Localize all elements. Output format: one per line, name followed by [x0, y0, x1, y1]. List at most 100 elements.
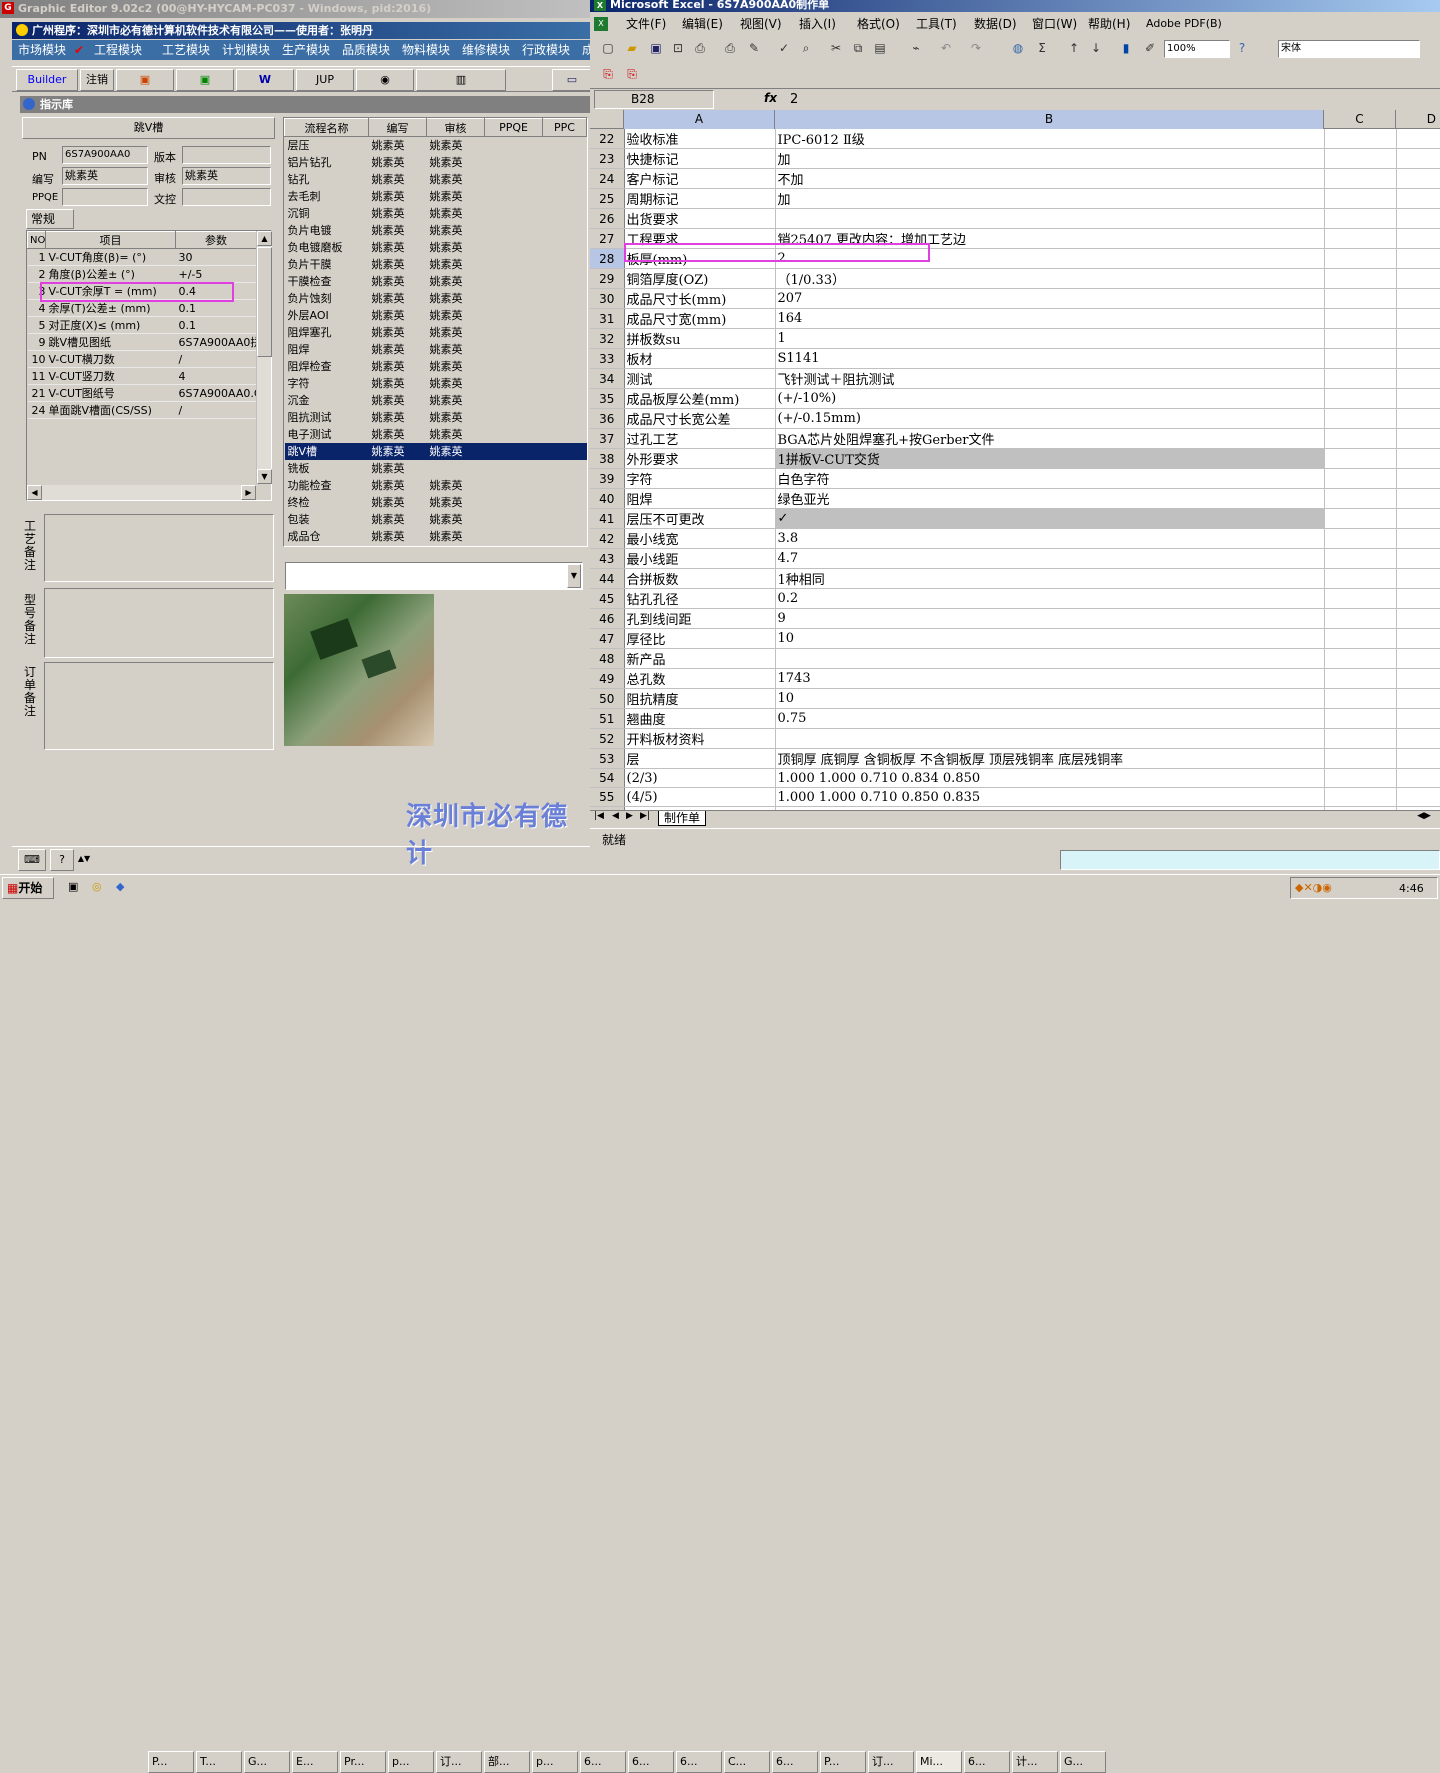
- cell-d[interactable]: [1396, 188, 1440, 209]
- cell-a[interactable]: 字符: [624, 468, 776, 489]
- row-header[interactable]: 30: [590, 288, 625, 309]
- paste-icon[interactable]: ▤: [870, 38, 890, 58]
- cell-d[interactable]: [1396, 528, 1440, 549]
- flow-row[interactable]: 沉金 姚素英 姚素英: [285, 392, 587, 409]
- select-all-corner[interactable]: [590, 110, 624, 129]
- cell-b[interactable]: 1拼板V-CUT交货: [775, 448, 1325, 469]
- cell-a[interactable]: 拼板数su: [624, 328, 776, 349]
- param-hscroll[interactable]: ◀ ▶: [27, 485, 256, 500]
- cell-c[interactable]: [1324, 668, 1397, 689]
- taskbar-button[interactable]: p...: [532, 1751, 578, 1773]
- cell-a[interactable]: 成品尺寸长(mm): [624, 288, 776, 309]
- taskbar-button[interactable]: 6...: [628, 1751, 674, 1773]
- cell-c[interactable]: [1324, 568, 1397, 589]
- row-header[interactable]: 54: [590, 768, 625, 788]
- cell-b[interactable]: 1种相同: [775, 568, 1325, 589]
- cell-b[interactable]: 164: [775, 308, 1325, 329]
- cell-c[interactable]: [1324, 148, 1397, 169]
- flow-row[interactable]: 干膜检查 姚素英 姚素英: [285, 273, 587, 290]
- param-header-item[interactable]: 项目: [45, 231, 176, 249]
- cell-a[interactable]: 快捷标记: [624, 148, 776, 169]
- save-icon[interactable]: ▣: [646, 38, 666, 58]
- flow-combo[interactable]: ▼: [285, 562, 583, 590]
- cell-a[interactable]: 阻抗精度: [624, 688, 776, 709]
- row-header[interactable]: 49: [590, 668, 625, 689]
- builder-button[interactable]: Builder: [16, 69, 78, 91]
- expand-icon[interactable]: ▲▼: [76, 849, 92, 871]
- new-icon[interactable]: ▢: [598, 38, 618, 58]
- cell-a[interactable]: 客户标记: [624, 168, 776, 189]
- cell-a[interactable]: 板材: [624, 348, 776, 369]
- taskbar-button[interactable]: Pr...: [340, 1751, 386, 1773]
- menu-format[interactable]: 格式(O): [857, 14, 900, 34]
- flow-header-review[interactable]: 审核: [426, 118, 485, 137]
- note-model-field[interactable]: [44, 588, 274, 658]
- cell-b[interactable]: 0.2: [775, 588, 1325, 609]
- cell-d[interactable]: [1396, 248, 1440, 269]
- cell-d[interactable]: [1396, 448, 1440, 469]
- cell-c[interactable]: [1324, 208, 1397, 229]
- taskbar-button[interactable]: P...: [148, 1751, 194, 1773]
- quicklaunch-desktop-icon[interactable]: ▣: [68, 880, 78, 893]
- cell-d[interactable]: [1396, 648, 1440, 669]
- param-row[interactable]: 2 角度(β)公差± (°) +/-5: [27, 265, 257, 283]
- row-header[interactable]: 55: [590, 787, 625, 807]
- menu-edit[interactable]: 编辑(E): [682, 14, 723, 34]
- column-header-b[interactable]: B: [775, 110, 1324, 129]
- print-preview-icon[interactable]: ⎙: [690, 38, 710, 58]
- cell-c[interactable]: [1324, 129, 1397, 149]
- cell-a[interactable]: 测试: [624, 368, 776, 389]
- copy-icon[interactable]: ⧉: [848, 38, 868, 58]
- cell-b[interactable]: IPC-6012 Ⅱ级: [775, 129, 1325, 149]
- row-header[interactable]: 29: [590, 268, 625, 289]
- cell-d[interactable]: [1396, 548, 1440, 569]
- quicklaunch-app-icon[interactable]: ◆: [116, 880, 124, 893]
- cell-a[interactable]: 周期标记: [624, 188, 776, 209]
- pdf-email-icon[interactable]: ⎘: [622, 64, 642, 84]
- cell-d[interactable]: [1396, 388, 1440, 409]
- module-admin[interactable]: 行政模块: [522, 40, 570, 60]
- cell-c[interactable]: [1324, 168, 1397, 189]
- cell-b[interactable]: [775, 728, 1325, 749]
- param-row[interactable]: 24 单面跳V槽面(CS/SS) /: [27, 401, 257, 419]
- scroll-left-arrow[interactable]: ◀: [27, 485, 42, 500]
- row-header[interactable]: 50: [590, 688, 625, 709]
- param-row[interactable]: 1 V-CUT角度(β)= (°) 30: [27, 248, 257, 266]
- cell-a[interactable]: 钻孔孔径: [624, 588, 776, 609]
- chart-wizard-icon[interactable]: ▮: [1116, 38, 1136, 58]
- taskbar-button[interactable]: p...: [388, 1751, 434, 1773]
- cell-c[interactable]: [1324, 608, 1397, 629]
- cell-b[interactable]: [775, 648, 1325, 669]
- drawing-icon[interactable]: ✐: [1140, 38, 1160, 58]
- cell-d[interactable]: [1396, 668, 1440, 689]
- row-header[interactable]: 39: [590, 468, 625, 489]
- flow-row[interactable]: 负片蚀刻 姚素英 姚素英: [285, 290, 587, 307]
- tab-prev-arrow[interactable]: ◀: [612, 811, 619, 821]
- cell-c[interactable]: [1324, 508, 1397, 529]
- cell-a[interactable]: 验收标准: [624, 129, 776, 149]
- cell-b[interactable]: 顶铜厚 底铜厚 含铜板厚 不含铜板厚 顶层残铜率 底层残铜率: [775, 748, 1325, 769]
- tray-icons[interactable]: ◆✕◑◉: [1295, 881, 1332, 894]
- param-row[interactable]: 11 V-CUT竖刀数 4: [27, 367, 257, 385]
- menu-adobe-pdf[interactable]: Adobe PDF(B): [1146, 14, 1222, 34]
- row-header[interactable]: 44: [590, 568, 625, 589]
- cell-b[interactable]: 1.000 1.000 0.710 0.834 0.850: [775, 768, 1325, 788]
- taskbar-button[interactable]: G...: [244, 1751, 290, 1773]
- pn-field[interactable]: 6S7A900AA0: [62, 146, 148, 164]
- flow-row[interactable]: 去毛刺 姚素英 姚素英: [285, 188, 587, 205]
- cell-b[interactable]: S1141: [775, 348, 1325, 369]
- column-header-a[interactable]: A: [624, 110, 775, 129]
- row-header[interactable]: 31: [590, 308, 625, 329]
- cell-a[interactable]: 层压不可更改: [624, 508, 776, 529]
- help-icon[interactable]: ?: [50, 849, 74, 871]
- cell-b[interactable]: 3.8: [775, 528, 1325, 549]
- word-icon[interactable]: W: [236, 69, 294, 91]
- row-header[interactable]: 46: [590, 608, 625, 629]
- row-header[interactable]: 48: [590, 648, 625, 669]
- taskbar-button[interactable]: C...: [724, 1751, 770, 1773]
- cell-d[interactable]: [1396, 348, 1440, 369]
- cell-c[interactable]: [1324, 787, 1397, 807]
- cell-a[interactable]: 孔到线间距: [624, 608, 776, 629]
- cell-d[interactable]: [1396, 308, 1440, 329]
- cell-a[interactable]: 最小线宽: [624, 528, 776, 549]
